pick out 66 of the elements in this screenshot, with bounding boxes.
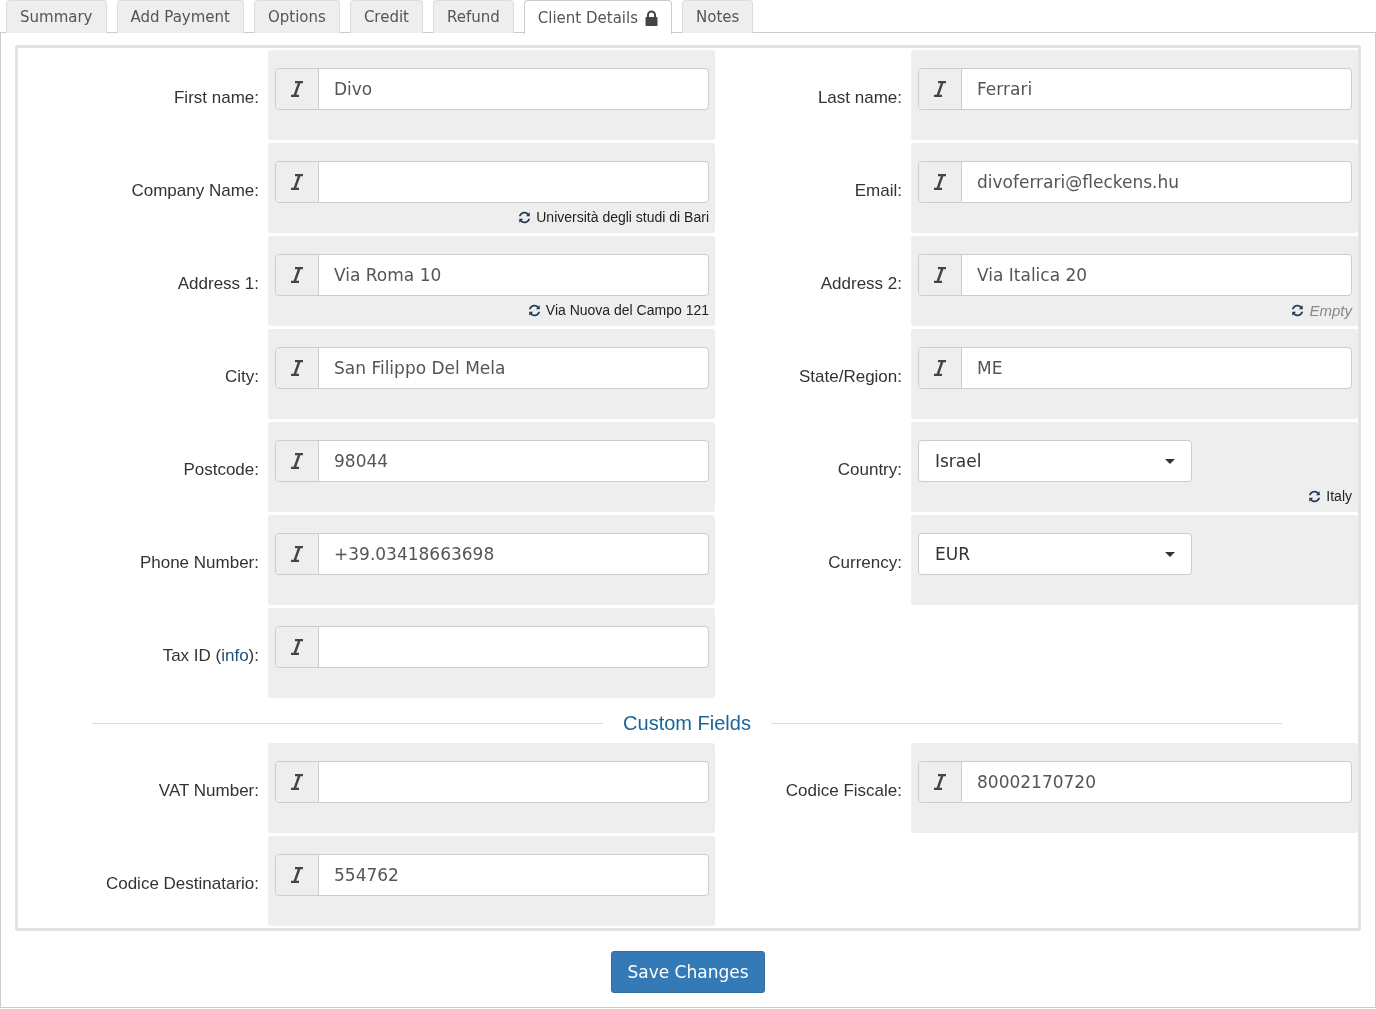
input-field[interactable] [275, 626, 709, 668]
field-label: State/Region: [798, 366, 903, 388]
italic-icon [291, 174, 303, 190]
section-title: Custom Fields [623, 712, 751, 735]
tab[interactable]: Add Payment [116, 0, 244, 33]
italic-icon [291, 453, 303, 469]
field-label: Currency: [827, 552, 903, 574]
field-label: Codice Fiscale: [784, 780, 903, 802]
save-button[interactable]: Save Changes [611, 951, 765, 993]
tab[interactable]: Credit [349, 0, 423, 33]
input-field[interactable]: Via Roma 10 [275, 254, 709, 296]
field-label: Address 2: [819, 273, 903, 295]
italic-icon [934, 81, 946, 97]
input-field[interactable]: San Filippo Del Mela [275, 347, 709, 389]
italic-icon [934, 267, 946, 283]
suggestion-text[interactable]: Via Nuova del Campo 121 [545, 302, 709, 318]
select-dropdown[interactable]: Israel [918, 440, 1192, 482]
input-field[interactable]: divoferrari@fleckens.hu [918, 161, 1352, 203]
field-label: Company Name: [130, 180, 260, 202]
tab[interactable]: Options [254, 0, 340, 33]
input-field[interactable] [275, 161, 709, 203]
italic-icon [291, 267, 303, 283]
italic-icon [934, 174, 946, 190]
italic-icon [291, 639, 303, 655]
italic-icon [291, 81, 303, 97]
field-label: Postcode: [182, 459, 260, 481]
input-field[interactable]: 98044 [275, 440, 709, 482]
field-label: Address 1: [176, 273, 260, 295]
italic-icon [291, 360, 303, 376]
field-label: Country: [836, 459, 903, 481]
field-label: City: [224, 366, 260, 388]
info-link[interactable]: info [221, 646, 249, 665]
field-label: Tax ID (info): [161, 645, 260, 667]
tab[interactable]: Refund [433, 0, 514, 33]
refresh-icon [517, 209, 533, 225]
caret-icon [1165, 551, 1175, 557]
input-field[interactable]: Divo [275, 68, 709, 110]
caret-icon [1165, 458, 1175, 464]
field-label: Last name: [816, 87, 903, 109]
input-field[interactable]: Ferrari [918, 68, 1352, 110]
refresh-icon [526, 302, 542, 318]
input-field[interactable] [275, 761, 709, 803]
field-label: First name: [172, 87, 260, 109]
refresh-icon [1290, 303, 1306, 318]
italic-icon [291, 867, 303, 883]
tab[interactable]: Summary [6, 0, 107, 33]
refresh-icon [1307, 488, 1323, 504]
field-label: Email: [853, 180, 903, 202]
italic-icon [934, 774, 946, 790]
input-field[interactable]: +39.03418663698 [275, 533, 709, 575]
tab[interactable]: Notes [682, 0, 754, 33]
italic-icon [291, 546, 303, 562]
suggestion-text[interactable]: Italy [1326, 488, 1352, 504]
italic-icon [291, 774, 303, 790]
select-dropdown[interactable]: EUR [918, 533, 1192, 575]
italic-icon [934, 360, 946, 376]
tab[interactable]: Client Details [523, 0, 672, 34]
input-field[interactable]: Via Italica 20 [918, 254, 1352, 296]
field-label: VAT Number: [157, 780, 260, 802]
input-field[interactable]: 80002170720 [918, 761, 1352, 803]
suggestion-text[interactable]: Università degli studi di Bari [536, 209, 709, 225]
lock-icon [645, 9, 658, 26]
input-field[interactable]: 554762 [275, 854, 709, 896]
input-field[interactable]: ME [918, 347, 1352, 389]
field-label: Codice Destinatario: [104, 873, 260, 895]
field-label: Phone Number: [138, 552, 260, 574]
